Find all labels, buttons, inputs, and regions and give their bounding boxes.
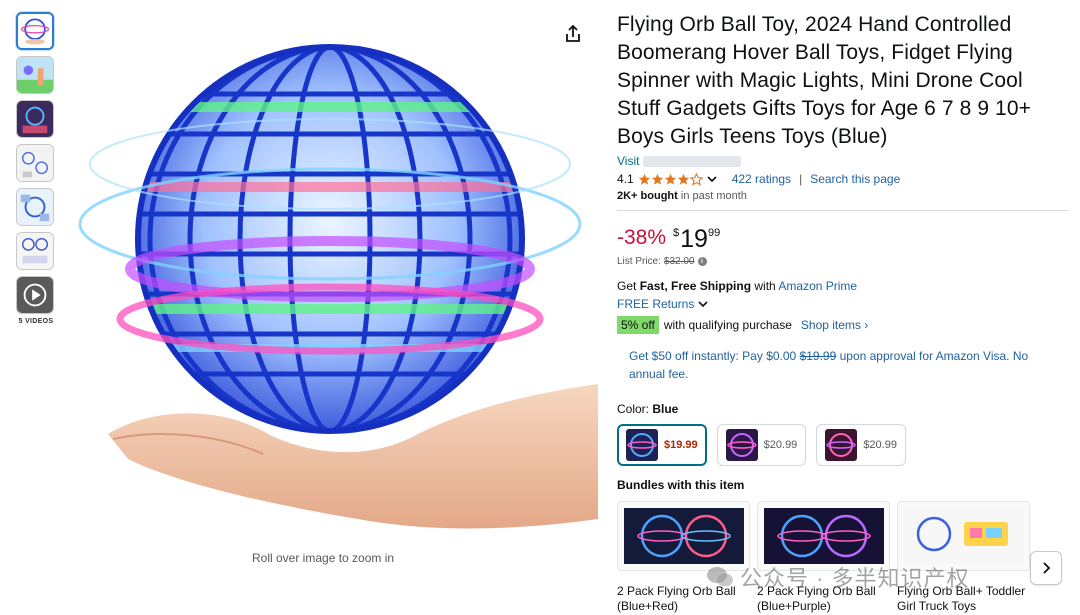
chevron-right-icon xyxy=(1043,562,1051,574)
star-icon xyxy=(664,173,676,185)
list-price-label: List Price: xyxy=(617,256,661,267)
visa-offer-strike: $19.99 xyxy=(799,349,837,363)
swatch-image xyxy=(725,429,758,461)
star-rating[interactable] xyxy=(638,172,703,186)
swatch-image xyxy=(825,429,858,461)
star-icon xyxy=(638,173,650,185)
shipping-get: Get xyxy=(617,279,640,293)
amazon-prime-link[interactable]: Amazon Prime xyxy=(778,279,857,293)
free-returns-label: FREE Returns xyxy=(617,297,695,311)
search-this-page-link[interactable]: Search this page xyxy=(810,172,900,186)
visit-label: Visit xyxy=(617,154,640,168)
star-icon xyxy=(677,173,689,185)
video-thumbnail[interactable] xyxy=(16,276,54,314)
visit-store-link[interactable]: Visit xyxy=(617,154,1067,168)
bundle-item[interactable]: 2 Pack Flying Orb Ball (Blue+Purple) xyxy=(757,501,890,614)
separator: | xyxy=(799,172,803,186)
color-selected: Blue xyxy=(652,402,679,416)
chevron-down-icon[interactable] xyxy=(706,173,718,185)
bundles-heading: Bundles with this item xyxy=(617,478,745,492)
visa-offer-link[interactable]: Get $50 off instantly: Pay $0.00 $19.99 … xyxy=(617,347,1062,383)
chevron-down-icon xyxy=(698,301,708,308)
color-swatch-2[interactable]: $20.99 xyxy=(716,424,807,466)
shop-items-link[interactable]: Shop items › xyxy=(801,318,868,332)
bundle-item[interactable]: Flying Orb Ball+ Toddler Girl Truck Toys xyxy=(897,501,1030,614)
list-price: List Price: $32.00 i xyxy=(617,256,1067,267)
rating-value: 4.1 xyxy=(617,172,634,186)
price-fraction: 99 xyxy=(707,227,721,239)
price-row: -38% $ 19 99 xyxy=(617,226,1067,252)
color-label: Color: Blue xyxy=(617,402,1067,416)
coupon-row: 5% off with qualifying purchase Shop ite… xyxy=(617,316,1067,334)
info-icon[interactable]: i xyxy=(697,257,707,266)
thumbnail-6[interactable] xyxy=(16,232,54,270)
carousel-next-button[interactable] xyxy=(1030,551,1062,585)
star-empty-icon xyxy=(689,172,703,186)
thumbnail-1[interactable] xyxy=(16,12,54,50)
thumbnail-4[interactable] xyxy=(16,144,54,182)
swatch-price: $20.99 xyxy=(863,439,897,451)
shipping-info: Get Fast, Free Shipping with Amazon Prim… xyxy=(617,279,1067,293)
videos-count-label: 5 VIDEOS xyxy=(18,318,54,325)
shipping-fast-free: Fast, Free Shipping xyxy=(639,279,752,293)
main-product-image[interactable] xyxy=(58,14,598,534)
free-returns-link[interactable]: FREE Returns xyxy=(617,297,1067,311)
bought-period: in past month xyxy=(677,190,747,202)
zoom-hint: Roll over image to zoom in xyxy=(252,551,395,565)
visa-offer-text: Get $50 off instantly: Pay $0.00 xyxy=(629,349,800,363)
thumbnail-strip: 5 VIDEOS xyxy=(16,12,54,325)
thumbnail-3[interactable] xyxy=(16,100,54,138)
color-swatch-blue[interactable]: $19.99 xyxy=(617,424,707,466)
price-currency: $ xyxy=(673,227,680,239)
shipping-with: with xyxy=(751,279,779,293)
share-icon[interactable] xyxy=(563,24,583,44)
coupon-badge: 5% off xyxy=(617,316,659,334)
thumbnail-2[interactable] xyxy=(16,56,54,94)
bought-in-past-month: 2K+ bought in past month xyxy=(617,190,1067,202)
rating-row: 4.1 422 ratings | Search this page xyxy=(617,170,1067,188)
product-title: Flying Orb Ball Toy, 2024 Hand Controlle… xyxy=(617,13,1031,148)
wechat-icon xyxy=(707,567,733,587)
ratings-count-link[interactable]: 422 ratings xyxy=(732,172,791,186)
bundles-list: 2 Pack Flying Orb Ball (Blue+Red) 2 Pack… xyxy=(617,501,1067,614)
divider xyxy=(617,210,1069,211)
swatch-price: $20.99 xyxy=(763,439,798,451)
product-details: Flying Orb Ball Toy, 2024 Hand Controlle… xyxy=(617,11,1069,614)
bought-count: 2K+ bought xyxy=(617,190,678,202)
swatch-image xyxy=(626,429,658,461)
color-label-text: Color: xyxy=(617,402,653,416)
list-price-value: $32.00 xyxy=(663,256,695,267)
thumbnail-5[interactable] xyxy=(16,188,54,226)
watermark: 公众号 · 多半知识产权 xyxy=(706,561,970,593)
discount-percent: -38% xyxy=(617,226,667,249)
store-name-redacted xyxy=(643,155,742,167)
price-whole: 19 xyxy=(680,225,708,253)
bundle-item[interactable]: 2 Pack Flying Orb Ball (Blue+Red) xyxy=(617,501,750,614)
swatch-price: $19.99 xyxy=(664,439,698,451)
star-icon xyxy=(651,173,663,185)
color-swatch-3[interactable]: $20.99 xyxy=(816,424,906,466)
watermark-text: 公众号 · 多半知识产权 xyxy=(740,566,970,591)
color-swatches: $19.99 $20.99 $20.99 xyxy=(617,424,1067,466)
coupon-text: with qualifying purchase xyxy=(663,318,792,332)
